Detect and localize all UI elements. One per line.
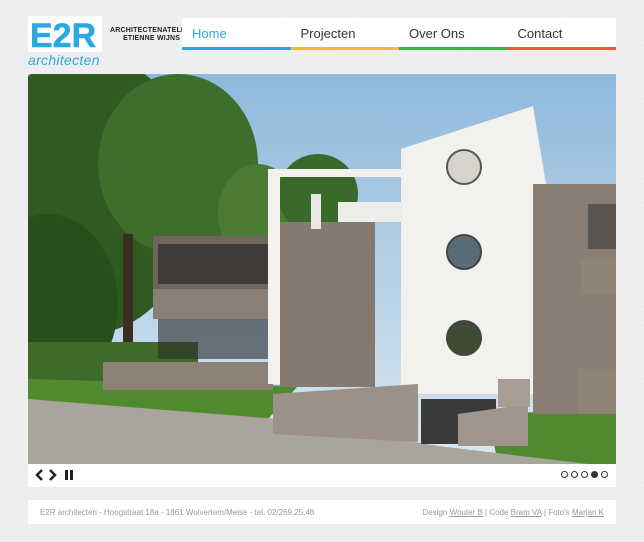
- chevron-right-icon[interactable]: [48, 468, 58, 482]
- nav-underline-projecten: [290, 47, 399, 50]
- nav-label-home: Home: [192, 26, 227, 41]
- nav-item-home[interactable]: Home: [182, 18, 291, 50]
- tagline-line-1: ARCHITECTENATELIER: [110, 27, 194, 34]
- logo-tagline: ARCHITECTENATELIER ETIENNE WIJNS: [110, 27, 193, 43]
- logo[interactable]: E2R architecten ARCHITECTENATELIER ETIEN…: [28, 16, 193, 70]
- logo-mark-text: E2R: [30, 17, 96, 52]
- nav-underline-over-ons: [399, 47, 508, 50]
- tagline-line-2: ETIENNE WIJNS: [123, 35, 181, 42]
- nav-label-over-ons: Over Ons: [409, 26, 465, 41]
- nav-underline-home: [182, 47, 291, 50]
- credit-photo-label: Foto's: [548, 508, 570, 517]
- nav-label-projecten: Projecten: [300, 26, 356, 41]
- credit-separator-2: |: [543, 508, 546, 517]
- nav-underline-contact: [507, 47, 616, 50]
- site-footer: E2R architecten - Hoogstraat 18a - 1861 …: [28, 500, 616, 524]
- slide-dot-3[interactable]: [581, 471, 588, 478]
- credit-design-link[interactable]: Wouter B: [450, 508, 483, 517]
- slide-dot-2[interactable]: [571, 471, 578, 478]
- main-nav: Home Projecten Over Ons Contact: [182, 18, 616, 50]
- logo-subtitle: architecten: [28, 52, 100, 68]
- chevron-left-icon[interactable]: [34, 468, 44, 482]
- credit-code-link[interactable]: Bram VA: [511, 508, 542, 517]
- nav-item-contact[interactable]: Contact: [507, 18, 616, 50]
- credit-design-label: Design: [422, 508, 448, 517]
- footer-credits: Design Wouter B | Code Bram VA | Foto's …: [422, 508, 604, 517]
- nav-item-over-ons[interactable]: Over Ons: [399, 18, 508, 50]
- pause-icon[interactable]: [64, 468, 74, 482]
- slide-image-building: [28, 74, 616, 464]
- site-header: E2R architecten ARCHITECTENATELIER ETIEN…: [28, 16, 616, 70]
- logo-mark: E2R: [28, 16, 102, 52]
- slide-dot-5[interactable]: [601, 471, 608, 478]
- hero-slider[interactable]: [28, 74, 616, 464]
- credit-photo-link[interactable]: Marjan K: [572, 508, 604, 517]
- slide-dots: [561, 471, 608, 478]
- nav-label-contact: Contact: [517, 26, 563, 41]
- credit-code-label: Code: [489, 508, 509, 517]
- credit-separator-1: |: [485, 508, 488, 517]
- nav-item-projecten[interactable]: Projecten: [290, 18, 399, 50]
- footer-address: E2R architecten - Hoogstraat 18a - 1861 …: [40, 508, 315, 517]
- slider-controls: [28, 464, 616, 487]
- slide-dot-4[interactable]: [591, 471, 598, 478]
- slide-dot-1[interactable]: [561, 471, 568, 478]
